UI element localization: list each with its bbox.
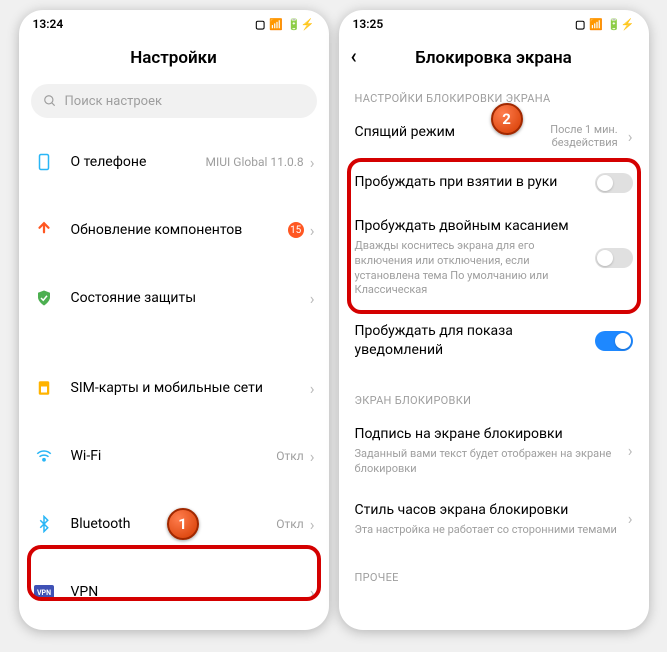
row-sim[interactable]: SIM-карты и мобильные сети › <box>19 354 329 422</box>
page-header: ‹ Блокировка экрана <box>339 38 649 78</box>
page-title: Настройки <box>19 38 329 78</box>
battery-icon: 🔋⚡ <box>607 18 634 31</box>
row-value: MIUI Global 11.0.8 <box>206 155 304 169</box>
wifi-icon <box>33 445 55 467</box>
toggle-wake-notif[interactable] <box>595 331 633 351</box>
row-label: О телефоне <box>71 154 206 170</box>
chevron-right-icon: › <box>310 583 315 602</box>
settings-list[interactable]: О телефоне MIUI Global 11.0.8 › Обновлен… <box>19 128 329 630</box>
row-subtitle: Дважды коснитесь экрана для его включени… <box>355 239 585 298</box>
chevron-right-icon: › <box>628 509 633 528</box>
row-label: Wi-Fi <box>71 448 277 464</box>
marker-1: 1 <box>167 508 199 540</box>
row-value: После 1 мин. бездействия <box>528 123 618 149</box>
row-label: SIM-карты и мобильные сети <box>71 380 310 396</box>
phone-icon <box>33 151 55 173</box>
sim-icon: ▢ <box>575 18 585 31</box>
section-header: ПРОЧЕЕ <box>339 549 649 590</box>
statusbar: 13:25 ▢ 📶 🔋⚡ <box>339 10 649 38</box>
row-connection[interactable]: Подключение и общий доступ › <box>19 626 329 630</box>
row-subtitle: Эта настройка не работает со сторонними … <box>355 523 618 538</box>
toggle-raise-to-wake[interactable] <box>595 173 633 193</box>
chevron-right-icon: › <box>310 289 315 308</box>
row-title: Подпись на экране блокировки <box>355 425 618 444</box>
chevron-right-icon: › <box>628 127 633 146</box>
row-double-tap-wake[interactable]: Пробуждать двойным касанием Дважды косни… <box>339 205 649 310</box>
row-title: Пробуждать двойным касанием <box>355 217 585 236</box>
status-time: 13:24 <box>33 17 64 31</box>
signal-icon: 📶 <box>269 18 283 31</box>
row-title: Пробуждать для показа уведомлений <box>355 322 585 360</box>
bluetooth-icon <box>33 513 55 535</box>
signal-icon: 📶 <box>589 18 603 31</box>
phone-right: 13:25 ▢ 📶 🔋⚡ ‹ Блокировка экрана НАСТРОЙ… <box>339 10 649 630</box>
shield-icon <box>33 287 55 309</box>
row-about-phone[interactable]: О телефоне MIUI Global 11.0.8 › <box>19 128 329 196</box>
search-placeholder: Поиск настроек <box>65 94 163 109</box>
section-header: НАСТРОЙКИ БЛОКИРОВКИ ЭКРАНА <box>339 78 649 111</box>
row-clock-style[interactable]: Стиль часов экрана блокировки Эта настро… <box>339 489 649 550</box>
chevron-right-icon: › <box>310 515 315 534</box>
chevron-right-icon: › <box>628 441 633 460</box>
chevron-right-icon: › <box>310 447 315 466</box>
chevron-right-icon: › <box>310 221 315 240</box>
row-value: Откл <box>276 449 303 463</box>
row-subtitle: Заданный вами текст будет отображен на э… <box>355 447 618 477</box>
row-updates[interactable]: Обновление компонентов 15 › <box>19 196 329 264</box>
row-raise-to-wake[interactable]: Пробуждать при взятии в руки <box>339 161 649 205</box>
status-icons: ▢ 📶 🔋⚡ <box>255 18 315 31</box>
page-title: Блокировка экрана <box>415 48 572 68</box>
section-header: ЭКРАН БЛОКИРОВКИ <box>339 372 649 413</box>
row-value: Откл <box>276 517 303 531</box>
update-badge: 15 <box>288 222 304 238</box>
row-label: Обновление компонентов <box>71 222 288 238</box>
vpn-icon: VPN <box>33 581 55 603</box>
row-lockscreen-signature[interactable]: Подпись на экране блокировки Заданный ва… <box>339 413 649 489</box>
battery-icon: 🔋⚡ <box>287 18 314 31</box>
sim-icon: ▢ <box>255 18 265 31</box>
row-security[interactable]: Состояние защиты › <box>19 264 329 332</box>
status-icons: ▢ 📶 🔋⚡ <box>575 18 635 31</box>
row-wifi[interactable]: Wi-Fi Откл › <box>19 422 329 490</box>
row-vpn[interactable]: VPN VPN › <box>19 558 329 626</box>
status-time: 13:25 <box>353 17 384 31</box>
lockscreen-settings-list[interactable]: НАСТРОЙКИ БЛОКИРОВКИ ЭКРАНА Спящий режим… <box>339 78 649 630</box>
update-icon <box>33 219 55 241</box>
chevron-right-icon: › <box>310 153 315 172</box>
row-wake-for-notif[interactable]: Пробуждать для показа уведомлений <box>339 310 649 372</box>
phone-left: 13:24 ▢ 📶 🔋⚡ Настройки Поиск настроек О … <box>19 10 329 630</box>
row-title: Стиль часов экрана блокировки <box>355 501 618 520</box>
marker-2: 2 <box>491 103 523 135</box>
toggle-double-tap[interactable] <box>595 248 633 268</box>
search-input[interactable]: Поиск настроек <box>31 84 317 118</box>
row-title: Пробуждать при взятии в руки <box>355 173 585 192</box>
row-label: VPN <box>71 584 310 600</box>
search-icon <box>43 94 57 108</box>
sim-icon <box>33 377 55 399</box>
row-label: Состояние защиты <box>71 290 310 306</box>
svg-text:VPN: VPN <box>36 589 50 597</box>
statusbar: 13:24 ▢ 📶 🔋⚡ <box>19 10 329 38</box>
back-button[interactable]: ‹ <box>351 46 357 66</box>
chevron-right-icon: › <box>310 379 315 398</box>
